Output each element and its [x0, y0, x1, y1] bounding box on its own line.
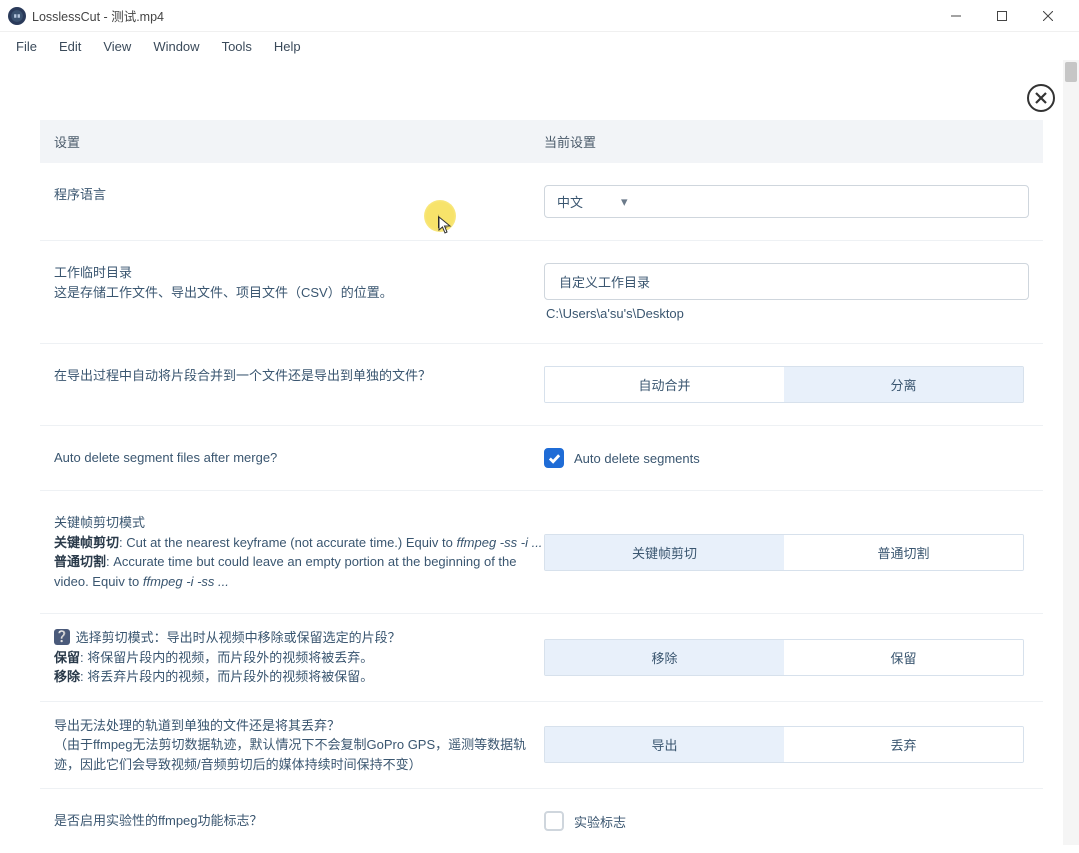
experimental-checkbox[interactable]	[544, 811, 564, 831]
row-language: 程序语言 中文 ▾	[40, 163, 1043, 241]
keyframe-toggle: 关键帧剪切 普通切割	[544, 534, 1024, 571]
workdir-desc: 这是存储工作文件、导出文件、项目文件（CSV）的位置。	[54, 283, 544, 303]
automerge-opt-merge[interactable]: 自动合并	[545, 367, 784, 402]
menu-help[interactable]: Help	[264, 35, 311, 58]
cutmode-text1: : 将保留片段内的视频，而片段外的视频将被丢弃。	[80, 650, 373, 665]
close-settings-button[interactable]	[1027, 84, 1055, 112]
cutmode-opt-keep[interactable]: 保留	[784, 640, 1023, 675]
close-button[interactable]	[1025, 1, 1071, 31]
language-select[interactable]: 中文 ▾	[544, 185, 1029, 218]
row-experimental: 是否启用实验性的ffmpeg功能标志？ 实验标志	[40, 789, 1043, 853]
menu-view[interactable]: View	[93, 35, 141, 58]
menu-bar: File Edit View Window Tools Help	[0, 32, 1079, 60]
automerge-toggle: 自动合并 分离	[544, 366, 1024, 403]
cutmode-text2: : 将丢弃片段内的视频，而片段外的视频将被保留。	[80, 669, 373, 684]
menu-edit[interactable]: Edit	[49, 35, 91, 58]
automerge-label: 在导出过程中自动将片段合并到一个文件还是导出到单独的文件？	[54, 366, 544, 386]
menu-tools[interactable]: Tools	[212, 35, 262, 58]
row-workdir: 工作临时目录 这是存储工作文件、导出文件、项目文件（CSV）的位置。 自定义工作…	[40, 241, 1043, 344]
cutmode-bold2: 移除	[54, 669, 80, 684]
chevron-down-icon: ▾	[621, 194, 628, 210]
scrollbar-thumb[interactable]	[1065, 62, 1077, 82]
keyframe-italic1: ffmpeg -ss -i ...	[456, 535, 542, 550]
extract-opt-extract[interactable]: 导出	[545, 727, 784, 762]
automerge-opt-separate[interactable]: 分离	[784, 367, 1023, 402]
window-title: LosslessCut - 测试.mp4	[32, 6, 164, 25]
cutmode-opt-remove[interactable]: 移除	[545, 640, 784, 675]
extract-desc: （由于ffmpeg无法剪切数据轨迹，默认情况下不会复制GoPro GPS，遥测等…	[54, 735, 544, 774]
row-keyframe: 关键帧剪切模式 关键帧剪切: Cut at the nearest keyfra…	[40, 491, 1043, 614]
keyframe-opt-normal[interactable]: 普通切割	[784, 535, 1023, 570]
workdir-button[interactable]: 自定义工作目录	[544, 263, 1029, 300]
header-settings-label: 设置	[54, 132, 544, 151]
minimize-button[interactable]	[933, 1, 979, 31]
header-current-label: 当前设置	[544, 132, 1035, 151]
keyframe-bold2: 普通切割	[54, 554, 106, 569]
keyframe-text1: : Cut at the nearest keyframe (not accur…	[119, 535, 456, 550]
settings-panel: 设置 当前设置 程序语言 中文 ▾ 工作临时目录 这是存储工作文件、导出文件、项…	[40, 120, 1043, 853]
app-icon	[8, 7, 26, 25]
language-value: 中文	[557, 192, 583, 211]
settings-header: 设置 当前设置	[40, 120, 1043, 163]
help-icon[interactable]: ❔	[54, 629, 70, 645]
extract-opt-discard[interactable]: 丢弃	[784, 727, 1023, 762]
extract-toggle: 导出 丢弃	[544, 726, 1024, 763]
row-extract: 导出无法处理的轨道到单独的文件还是将其丢弃？ （由于ffmpeg无法剪切数据轨迹…	[40, 702, 1043, 790]
scrollbar[interactable]	[1063, 60, 1079, 845]
keyframe-bold1: 关键帧剪切	[54, 535, 119, 550]
menu-window[interactable]: Window	[143, 35, 209, 58]
cutmode-toggle: 移除 保留	[544, 639, 1024, 676]
row-cutmode: ❔ 选择剪切模式：导出时从视频中移除或保留选定的片段？ 保留: 将保留片段内的视…	[40, 614, 1043, 702]
window-controls	[933, 1, 1071, 31]
maximize-button[interactable]	[979, 1, 1025, 31]
cutmode-heading: 选择剪切模式：导出时从视频中移除或保留选定的片段？	[76, 630, 401, 645]
autodelete-checkbox[interactable]	[544, 448, 564, 468]
autodelete-label: Auto delete segment files after merge?	[54, 448, 544, 468]
experimental-checkbox-label: 实验标志	[574, 812, 626, 831]
workdir-label: 工作临时目录	[54, 263, 544, 283]
extract-label: 导出无法处理的轨道到单独的文件还是将其丢弃？	[54, 716, 544, 736]
keyframe-opt-keyframe[interactable]: 关键帧剪切	[545, 535, 784, 570]
workdir-path: C:\Users\a'su's\Desktop	[544, 306, 1029, 321]
language-label: 程序语言	[54, 185, 544, 205]
keyframe-heading: 关键帧剪切模式	[54, 513, 544, 533]
autodelete-checkbox-label: Auto delete segments	[574, 451, 700, 466]
cutmode-bold1: 保留	[54, 650, 80, 665]
workdir-button-label: 自定义工作目录	[559, 272, 650, 291]
keyframe-italic2: ffmpeg -i -ss ...	[143, 574, 229, 589]
row-automerge: 在导出过程中自动将片段合并到一个文件还是导出到单独的文件？ 自动合并 分离	[40, 344, 1043, 426]
menu-file[interactable]: File	[6, 35, 47, 58]
title-bar: LosslessCut - 测试.mp4	[0, 0, 1079, 32]
keyframe-text2: : Accurate time but could leave an empty…	[54, 554, 517, 589]
row-autodelete: Auto delete segment files after merge? A…	[40, 426, 1043, 491]
experimental-label: 是否启用实验性的ffmpeg功能标志？	[54, 811, 544, 831]
